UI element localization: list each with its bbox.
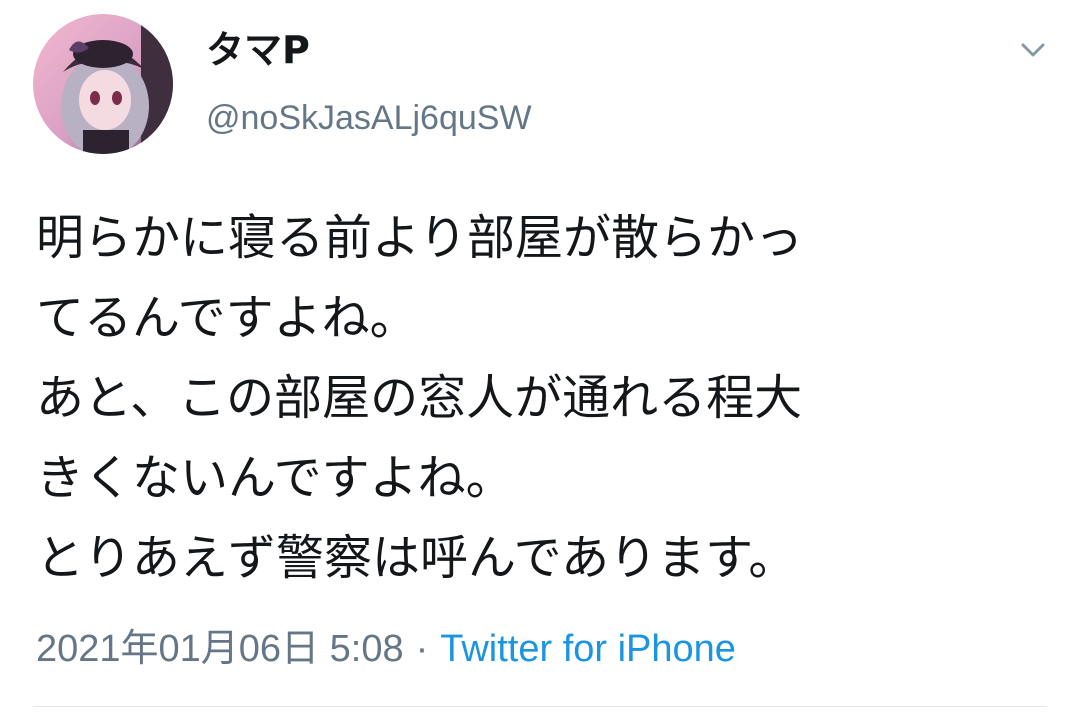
tweet-line: とりあえず警察は呼んであります。 <box>36 530 797 586</box>
tweet-meta: 2021年01月06日 5:08 · Twitter for iPhone <box>36 624 736 674</box>
tweet-line: あと、この部屋の窓人が通れる程大 <box>36 370 803 426</box>
tweet-timestamp[interactable]: 2021年01月06日 5:08 <box>36 628 404 670</box>
tweet-source-link[interactable]: Twitter for iPhone <box>440 628 736 670</box>
tweet-line: てるんですよね。 <box>36 290 418 346</box>
tweet-line: 明らかに寝る前より部屋が散らかっ <box>36 210 804 266</box>
tweet-line: きくないんですよね。 <box>36 450 514 506</box>
divider <box>33 706 1047 707</box>
display-name[interactable]: タマP <box>206 26 310 74</box>
avatar-image <box>33 14 173 154</box>
avatar[interactable] <box>33 14 173 154</box>
user-handle[interactable]: @noSkJasALj6quSW <box>206 96 532 140</box>
chevron-down-icon[interactable] <box>1010 30 1056 70</box>
meta-separator: · <box>415 628 429 670</box>
tweet-text: 明らかに寝る前より部屋が散らかっ てるんですよね。 あと、この部屋の窓人が通れる… <box>36 198 1056 598</box>
